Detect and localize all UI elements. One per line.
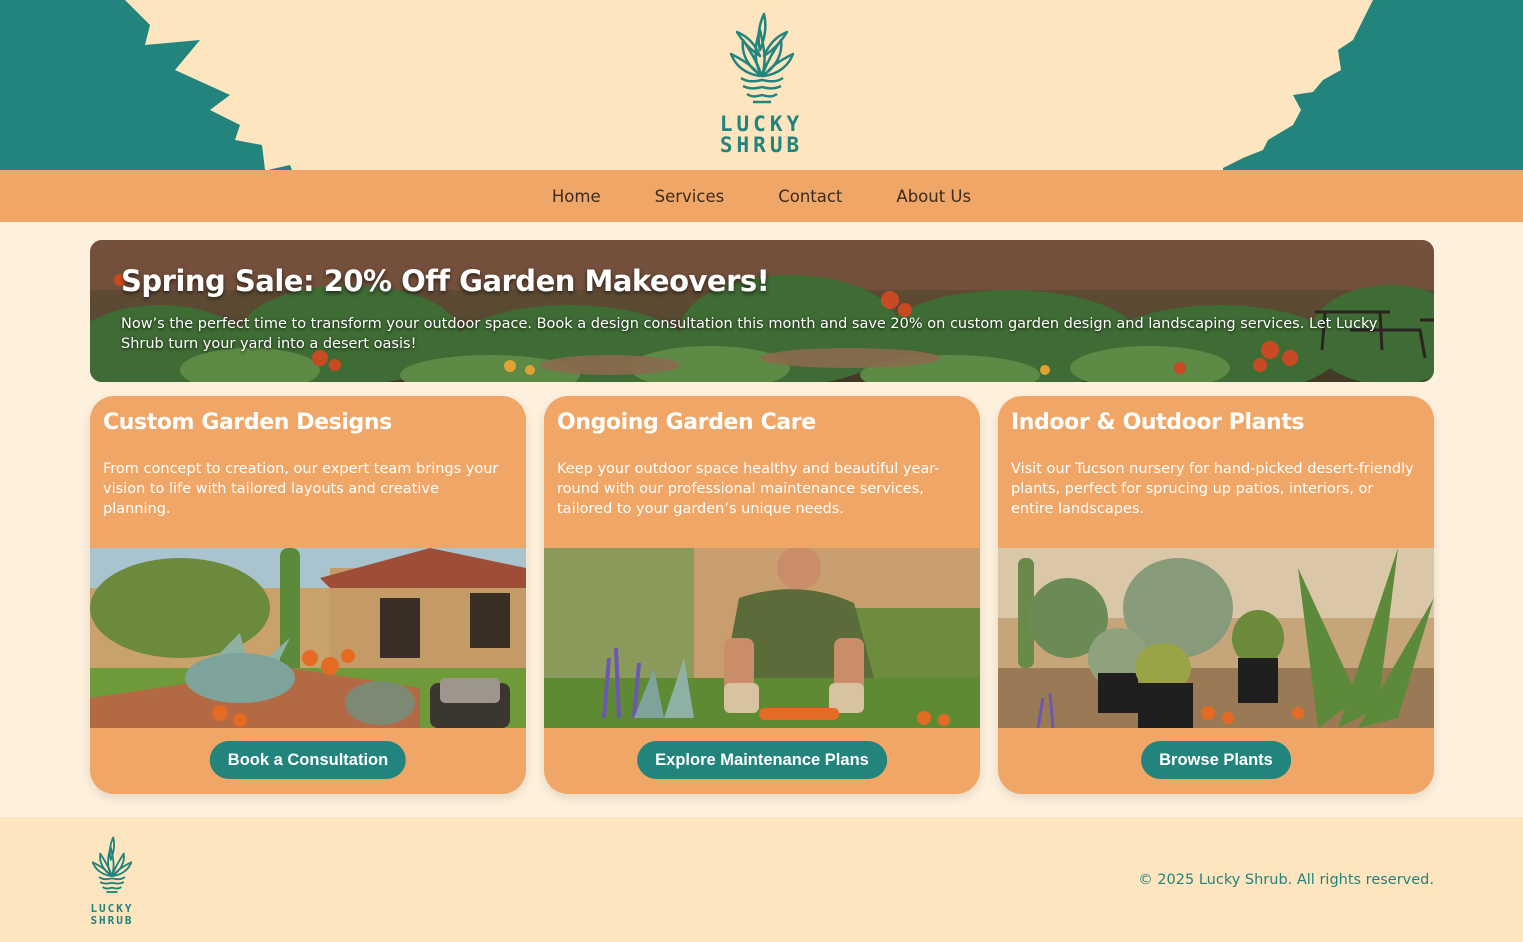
agave-logo-icon [91,836,133,893]
banner-text: Now’s the perfect time to transform your… [121,316,1378,352]
card-custom-garden-designs: Custom Garden Designs From concept to cr… [90,396,526,794]
footer-logo[interactable]: LUCKY SHRUB [89,835,135,927]
shrub-decoration-left [0,0,292,170]
gardener-image [544,548,980,728]
logo-line-2: SHRUB [719,133,804,157]
nav-contact[interactable]: Contact [778,187,842,206]
logo[interactable]: LUCKY SHRUB [717,10,807,156]
card-title: Ongoing Garden Care [557,410,816,435]
nursery-plants-image [998,548,1434,728]
nav-services[interactable]: Services [655,187,725,206]
footer-logo-wordmark: LUCKY SHRUB [89,903,135,927]
garden-design-image [90,548,526,728]
promo-banner: Spring Sale: 20% Off Garden Makeovers! N… [90,240,1434,382]
browse-plants-button[interactable]: Browse Plants [1141,741,1291,779]
logo-line-2: SHRUB [90,914,134,927]
service-cards: Custom Garden Designs From concept to cr… [90,396,1434,794]
agave-logo-icon [729,12,794,104]
card-text: Keep your outdoor space healthy and beau… [557,461,940,517]
card-indoor-outdoor-plants: Indoor & Outdoor Plants Visit our Tucson… [998,396,1434,794]
banner-title: Spring Sale: 20% Off Garden Makeovers! [121,264,770,298]
logo-line-1: LUCKY [719,112,804,136]
card-title: Custom Garden Designs [103,410,392,435]
card-ongoing-garden-care: Ongoing Garden Care Keep your outdoor sp… [544,396,980,794]
logo-wordmark: LUCKY SHRUB [717,114,807,156]
book-consultation-button[interactable]: Book a Consultation [209,741,407,779]
banner-content: Spring Sale: 20% Off Garden Makeovers! N… [121,264,1410,354]
main-nav: Home Services Contact About Us [0,170,1523,222]
site-header: LUCKY SHRUB [0,0,1523,170]
copyright-text: © 2025 Lucky Shrub. All rights reserved. [1138,872,1434,888]
explore-maintenance-plans-button[interactable]: Explore Maintenance Plans [637,741,887,779]
card-text: Visit our Tucson nursery for hand-picked… [1011,461,1414,517]
card-title: Indoor & Outdoor Plants [1011,410,1305,435]
nav-home[interactable]: Home [552,187,601,206]
site-footer: LUCKY SHRUB © 2025 Lucky Shrub. All righ… [0,817,1523,942]
shrub-decoration-right [1223,0,1523,170]
card-text: From concept to creation, our expert tea… [103,461,499,517]
nav-about-us[interactable]: About Us [896,187,971,206]
